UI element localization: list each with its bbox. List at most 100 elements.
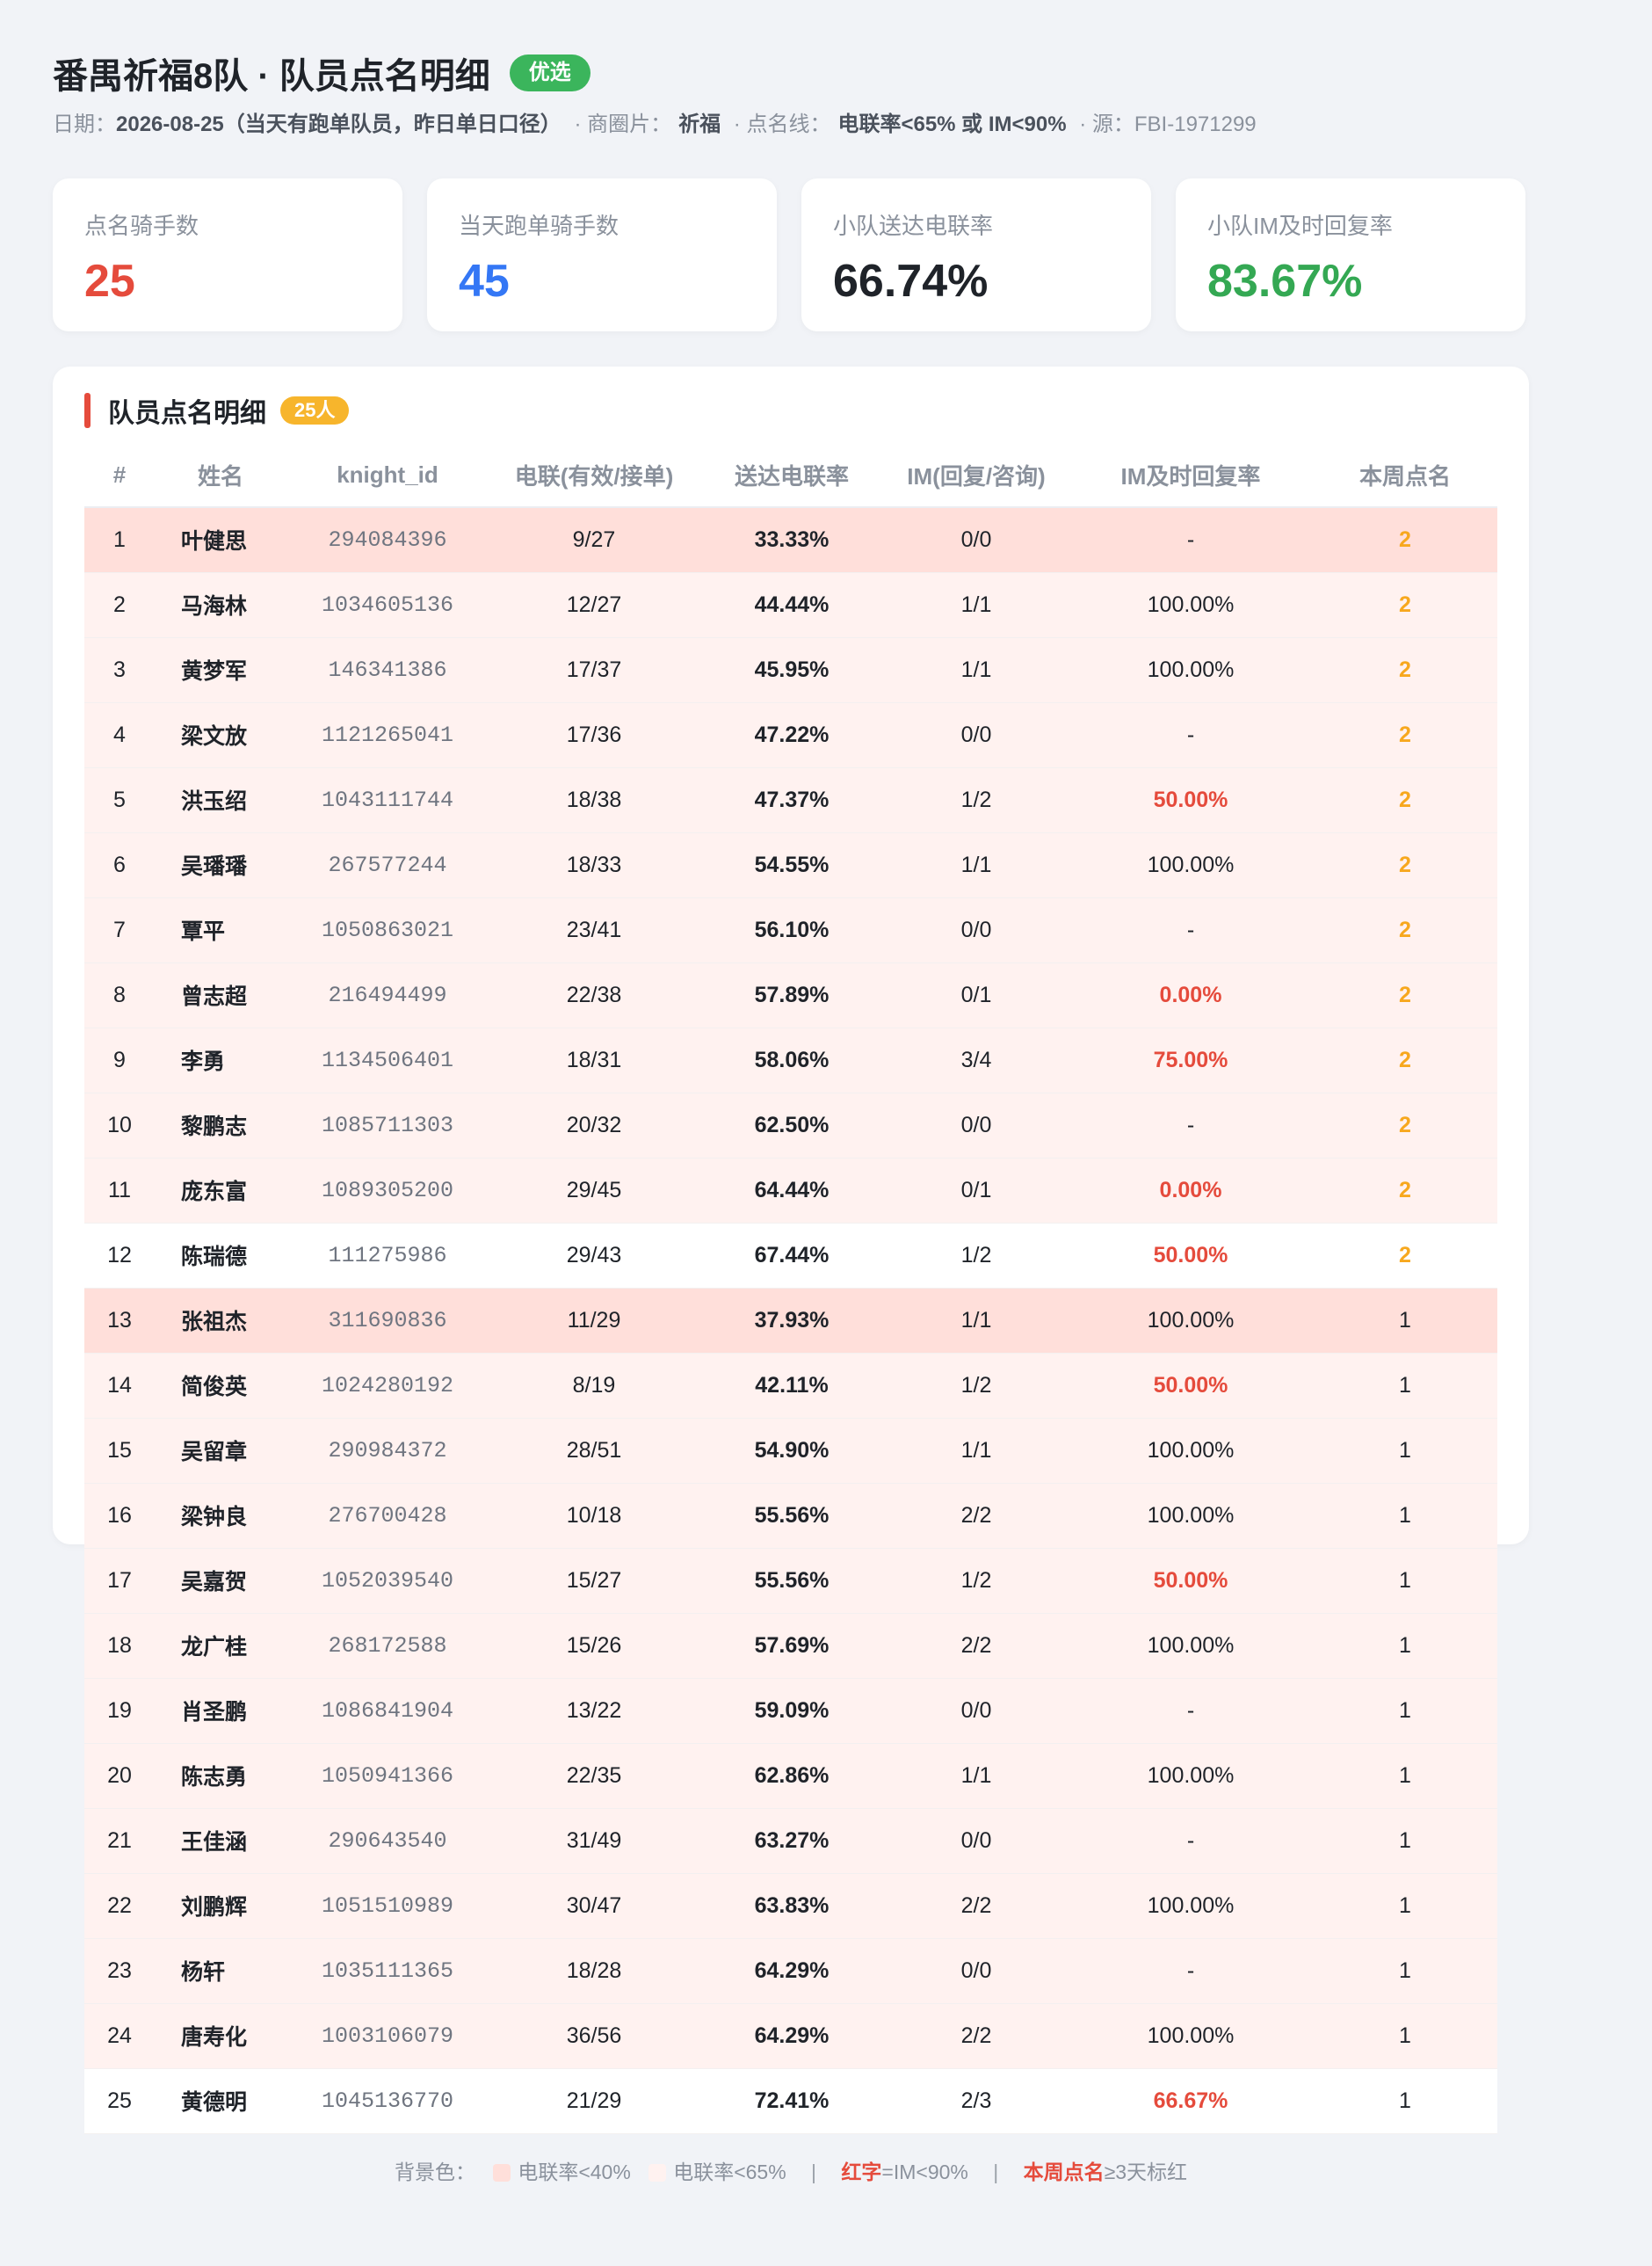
cell-call-rate: 54.90% <box>699 1418 884 1484</box>
cell-im: 2/2 <box>884 2003 1069 2069</box>
cell-im-rate: 100.00% <box>1069 832 1313 898</box>
table-row[interactable]: 3 黄梦军 146341386 17/37 45.95% 1/1 100.00% 2 <box>84 637 1497 703</box>
cell-no: 9 <box>84 1028 155 1093</box>
table-row[interactable]: 15 吴留章 290984372 28/51 54.90% 1/1 100.00% 1 <box>84 1418 1497 1484</box>
cell-name: 黎鹏志 <box>155 1093 286 1158</box>
cell-no: 17 <box>84 1548 155 1614</box>
cell-week: 1 <box>1313 1743 1497 1809</box>
cell-call-rate: 58.06% <box>699 1028 884 1093</box>
col-header-name[interactable]: 姓名 <box>155 444 286 508</box>
cell-knight-id: 311690836 <box>286 1288 489 1354</box>
cell-name: 黄梦军 <box>155 637 286 703</box>
col-header-no[interactable]: # <box>84 444 155 508</box>
cell-knight-id: 1089305200 <box>286 1158 489 1224</box>
cell-name: 刘鹏辉 <box>155 1873 286 1939</box>
table-row[interactable]: 7 覃平 1050863021 23/41 56.10% 0/0-2 <box>84 897 1497 963</box>
card-header: 队员点名明细 25人 <box>84 393 1497 428</box>
cell-im: 0/0 <box>884 1678 1069 1744</box>
cell-knight-id: 1051510989 <box>286 1873 489 1939</box>
table-row[interactable]: 8 曾志超 216494499 22/38 57.89% 0/1 0.00% 2 <box>84 962 1497 1028</box>
cell-week: 1 <box>1313 1873 1497 1939</box>
cell-call: 22/38 <box>489 962 699 1028</box>
cell-name: 梁钟良 <box>155 1483 286 1549</box>
cell-name: 覃平 <box>155 897 286 963</box>
table-row[interactable]: 6 吴璠璠 267577244 18/33 54.55% 1/1 100.00% 2 <box>84 832 1497 898</box>
table-row[interactable]: 25 黄德明 1045136770 21/29 72.41% 2/3 66.67% 1 <box>84 2068 1497 2134</box>
cell-call-rate: 64.44% <box>699 1158 884 1224</box>
col-header-im-rate[interactable]: IM及时回复率 <box>1069 444 1313 508</box>
cell-call: 10/18 <box>489 1483 699 1549</box>
cell-im: 2/2 <box>884 1873 1069 1939</box>
cell-knight-id: 267577244 <box>286 832 489 898</box>
cell-call-rate: 42.11% <box>699 1353 884 1419</box>
cell-name: 肖圣鹏 <box>155 1678 286 1744</box>
cell-week: 2 <box>1313 962 1497 1028</box>
stat-card-called: 点名骑手数 25 <box>53 178 402 331</box>
table-row[interactable]: 5 洪玉绍 1043111744 18/38 47.37% 1/2 50.00% 2 <box>84 767 1497 833</box>
col-header-week[interactable]: 本周点名 <box>1313 444 1497 508</box>
table-row[interactable]: 21 王佳涵 290643540 31/49 63.27% 0/0-1 <box>84 1808 1497 1874</box>
cell-no: 7 <box>84 897 155 963</box>
legend: 背景色： 电联率<40% 电联率<65% | 红字=IM<90% | 本周点名≥… <box>84 2159 1497 2185</box>
table-row[interactable]: 11 庞东富 1089305200 29/45 64.44% 0/1 0.00% 2 <box>84 1158 1497 1224</box>
cell-week: 1 <box>1313 1288 1497 1354</box>
cell-name: 简俊英 <box>155 1353 286 1419</box>
cell-call-rate: 63.27% <box>699 1808 884 1874</box>
table-row[interactable]: 9 李勇 1134506401 18/31 58.06% 3/4 75.00% 2 <box>84 1028 1497 1093</box>
table-row[interactable]: 1 叶健思 294084396 9/27 33.33% 0/0-2 <box>84 507 1497 573</box>
cell-call: 22/35 <box>489 1743 699 1809</box>
cell-name: 杨轩 <box>155 1938 286 2004</box>
table-row[interactable]: 12 陈瑞德 111275986 29/43 67.44% 1/2 50.00% 2 <box>84 1223 1497 1289</box>
col-header-im[interactable]: IM(回复/咨询) <box>884 444 1069 508</box>
table-row[interactable]: 16 梁钟良 276700428 10/18 55.56% 2/2 100.00% 1 <box>84 1483 1497 1549</box>
cell-call-rate: 67.44% <box>699 1223 884 1289</box>
cell-call: 17/37 <box>489 637 699 703</box>
cell-week: 1 <box>1313 1938 1497 2004</box>
cell-call-rate: 37.93% <box>699 1288 884 1354</box>
table-row[interactable]: 14 简俊英 1024280192 8/19 42.11% 1/2 50.00% 1 <box>84 1353 1497 1419</box>
cell-call: 21/29 <box>489 2068 699 2134</box>
table-row[interactable]: 4 梁文放 1121265041 17/36 47.22% 0/0-2 <box>84 702 1497 768</box>
cell-call: 29/45 <box>489 1158 699 1224</box>
col-header-knight-id[interactable]: knight_id <box>286 444 489 508</box>
cell-no: 21 <box>84 1808 155 1874</box>
table-row[interactable]: 17 吴嘉贺 1052039540 15/27 55.56% 1/2 50.00% 1 <box>84 1548 1497 1614</box>
cell-im: 1/1 <box>884 832 1069 898</box>
cell-knight-id: 1043111744 <box>286 767 489 833</box>
stat-card-im-rate: 小队IM及时回复率 83.67% <box>1176 178 1525 331</box>
cell-im-rate: 100.00% <box>1069 1418 1313 1484</box>
cell-week: 1 <box>1313 2068 1497 2134</box>
stat-card-riders: 当天跑单骑手数 45 <box>427 178 777 331</box>
table-row[interactable]: 20 陈志勇 1050941366 22/35 62.86% 1/1 100.00% 1 <box>84 1743 1497 1809</box>
line-value: 电联率<65% 或 IM<90% <box>837 113 1067 136</box>
cell-knight-id: 1050863021 <box>286 897 489 963</box>
cell-im: 0/1 <box>884 962 1069 1028</box>
cell-week: 2 <box>1313 1093 1497 1158</box>
cell-week: 1 <box>1313 1483 1497 1549</box>
col-header-call[interactable]: 电联(有效/接单) <box>489 444 699 508</box>
cell-no: 18 <box>84 1613 155 1679</box>
table-row[interactable]: 13 张祖杰 311690836 11/29 37.93% 1/1 100.00% 1 <box>84 1288 1497 1354</box>
page: 番禺祈福8队 · 队员点名明细 优选 日期：2026-08-25（当天有跑单队员… <box>0 0 1582 2183</box>
table-row[interactable]: 22 刘鹏辉 1051510989 30/47 63.83% 2/2 100.00% 1 <box>84 1873 1497 1939</box>
table-row[interactable]: 19 肖圣鹏 1086841904 13/22 59.09% 0/0-1 <box>84 1678 1497 1744</box>
date-value: 2026-08-25（当天有跑单队员，昨日单日口径） <box>116 113 562 136</box>
cell-im: 1/2 <box>884 1223 1069 1289</box>
cell-name: 黄德明 <box>155 2068 286 2134</box>
cell-week: 1 <box>1313 1613 1497 1679</box>
stats-row: 点名骑手数 25 当天跑单骑手数 45 小队送达电联率 66.74% 小队IM及… <box>53 178 1529 331</box>
cell-call-rate: 56.10% <box>699 897 884 963</box>
cell-call-rate: 57.89% <box>699 962 884 1028</box>
legend-divider: | <box>811 2160 817 2183</box>
table-row[interactable]: 24 唐寿化 1003106079 36/56 64.29% 2/2 100.00% 1 <box>84 2003 1497 2069</box>
table-row[interactable]: 18 龙广桂 268172588 15/26 57.69% 2/2 100.00% 1 <box>84 1613 1497 1679</box>
table-row[interactable]: 23 杨轩 1035111365 18/28 64.29% 0/0-1 <box>84 1938 1497 2004</box>
cell-im-rate: 100.00% <box>1069 2003 1313 2069</box>
cell-im-rate: 0.00% <box>1069 962 1313 1028</box>
table-row[interactable]: 2 马海林 1034605136 12/27 44.44% 1/1 100.00% 2 <box>84 572 1497 638</box>
cell-name: 陈瑞德 <box>155 1223 286 1289</box>
col-header-call-rate[interactable]: 送达电联率 <box>699 444 884 508</box>
table-row[interactable]: 10 黎鹏志 1085711303 20/32 62.50% 0/0-2 <box>84 1093 1497 1158</box>
cell-im-rate: 66.67% <box>1069 2068 1313 2134</box>
cell-name: 马海林 <box>155 572 286 638</box>
